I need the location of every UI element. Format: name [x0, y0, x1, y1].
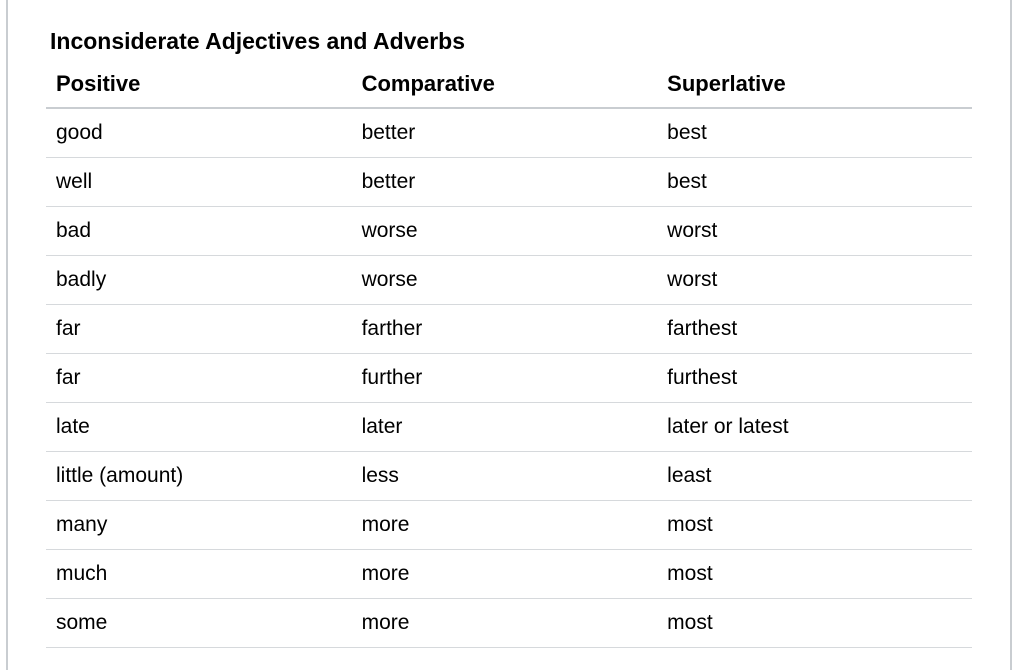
table-row: well better best [46, 158, 972, 207]
cell-positive: bad [46, 207, 352, 256]
cell-positive: little (amount) [46, 452, 352, 501]
cell-positive: many [46, 501, 352, 550]
cell-comparative: more [352, 599, 658, 648]
cell-comparative: worse [352, 256, 658, 305]
cell-superlative: furthest [657, 354, 972, 403]
table-row: many more most [46, 501, 972, 550]
header-superlative: Superlative [657, 65, 972, 108]
cell-positive: good [46, 108, 352, 158]
cell-superlative: best [657, 108, 972, 158]
cell-superlative: worst [657, 207, 972, 256]
cell-superlative: best [657, 158, 972, 207]
cell-positive: late [46, 403, 352, 452]
table-row: good better best [46, 108, 972, 158]
cell-comparative: more [352, 501, 658, 550]
cell-positive: far [46, 354, 352, 403]
cell-positive: well [46, 158, 352, 207]
table-row: much more most [46, 550, 972, 599]
table-title: Inconsiderate Adjectives and Adverbs [46, 28, 972, 55]
table-body: good better best well better best bad wo… [46, 108, 972, 648]
table-row: far further furthest [46, 354, 972, 403]
table-row: far farther farthest [46, 305, 972, 354]
cell-comparative: worse [352, 207, 658, 256]
content-panel: Inconsiderate Adjectives and Adverbs Pos… [6, 0, 1012, 670]
table-row: bad worse worst [46, 207, 972, 256]
cell-superlative: later or latest [657, 403, 972, 452]
cell-superlative: most [657, 550, 972, 599]
cell-comparative: further [352, 354, 658, 403]
cell-comparative: more [352, 550, 658, 599]
cell-comparative: better [352, 158, 658, 207]
cell-superlative: most [657, 501, 972, 550]
cell-positive: far [46, 305, 352, 354]
cell-superlative: most [657, 599, 972, 648]
table-header-row: Positive Comparative Superlative [46, 65, 972, 108]
cell-superlative: farthest [657, 305, 972, 354]
cell-comparative: better [352, 108, 658, 158]
table-row: badly worse worst [46, 256, 972, 305]
cell-comparative: less [352, 452, 658, 501]
table-row: late later later or latest [46, 403, 972, 452]
header-comparative: Comparative [352, 65, 658, 108]
adjectives-table: Positive Comparative Superlative good be… [46, 65, 972, 648]
cell-positive: some [46, 599, 352, 648]
cell-superlative: least [657, 452, 972, 501]
cell-positive: badly [46, 256, 352, 305]
cell-positive: much [46, 550, 352, 599]
cell-comparative: farther [352, 305, 658, 354]
cell-superlative: worst [657, 256, 972, 305]
table-row: little (amount) less least [46, 452, 972, 501]
cell-comparative: later [352, 403, 658, 452]
table-row: some more most [46, 599, 972, 648]
header-positive: Positive [46, 65, 352, 108]
